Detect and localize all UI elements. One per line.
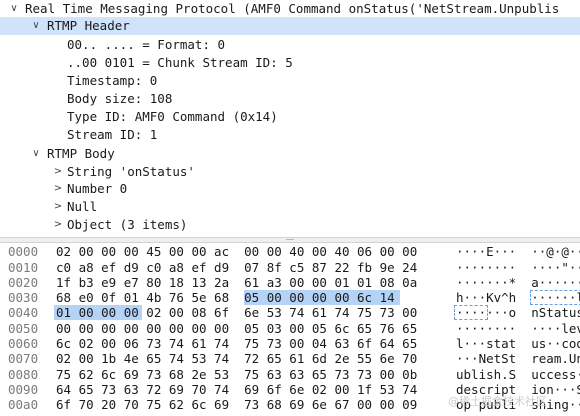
packet-details-pane[interactable]: ∨ Real Time Messaging Protocol (AMF0 Comm… — [0, 0, 580, 237]
tree-row[interactable]: > String 'onStatus' — [0, 163, 580, 181]
hex-ascii[interactable]: ···NetSt ream.Unp — [456, 351, 580, 366]
tree-row[interactable]: Type ID: AMF0 Command (0x14) — [0, 108, 580, 126]
collapse-arrow-icon[interactable]: ∨ — [30, 145, 42, 163]
hex-ascii[interactable]: l···stat us··code — [456, 336, 580, 351]
hex-bytes[interactable]: 68 e0 0f 01 4b 76 5e 68 05 00 00 00 00 6… — [56, 290, 395, 305]
hex-bytes[interactable]: 75 62 6c 69 73 68 2e 53 75 63 63 65 73 7… — [56, 367, 417, 382]
hex-row[interactable]: 0070 02 00 1b 4e 65 74 53 74 72 65 61 6d … — [0, 351, 580, 366]
hex-offset: 0020 — [8, 274, 39, 290]
tree-row-label: Body size: 108 — [67, 91, 173, 106]
hex-row[interactable]: 0060 6c 02 00 06 73 74 61 74 75 73 00 04 … — [0, 336, 580, 351]
tree-row[interactable]: ∨ RTMP Header — [0, 17, 580, 35]
tree-row-label: Type ID: AMF0 Command (0x14) — [67, 109, 278, 124]
tree-row-label: RTMP Body — [47, 146, 115, 161]
hex-row[interactable]: 0020 1f b3 e9 e7 80 18 13 2a 61 a3 00 00 … — [0, 275, 580, 290]
hex-bytes[interactable]: 6f 70 20 70 75 62 6c 69 73 68 69 6e 67 0… — [56, 397, 417, 412]
tree-row-label: Timestamp: 0 — [67, 73, 158, 88]
hex-row[interactable]: 0030 68 e0 0f 01 4b 76 5e 68 05 00 00 00 … — [0, 290, 580, 305]
hex-row[interactable]: 0080 75 62 6c 69 73 68 2e 53 75 63 63 65 … — [0, 367, 580, 382]
watermark: @稀土掘金技术社区 — [448, 395, 547, 408]
hex-bytes[interactable]: 02 00 1b 4e 65 74 53 74 72 65 61 6d 2e 5… — [56, 351, 417, 366]
tree-row-label: Real Time Messaging Protocol (AMF0 Comma… — [25, 1, 560, 16]
expand-arrow-icon[interactable]: > — [52, 180, 64, 198]
hex-row[interactable]: 0040 01 00 00 00 02 00 08 6f 6e 53 74 61 … — [0, 305, 580, 320]
expand-arrow-icon[interactable]: > — [52, 198, 64, 216]
hex-offset: 0040 — [8, 305, 39, 321]
tree-row[interactable]: > Object (3 items) — [0, 216, 580, 234]
hex-row[interactable]: 0050 00 00 00 00 00 00 00 00 05 03 00 05 … — [0, 321, 580, 336]
tree-row-label: Null — [67, 199, 98, 214]
collapse-arrow-icon[interactable]: ∨ — [8, 0, 20, 18]
tree-row[interactable]: > Number 0 — [0, 180, 580, 198]
tree-row[interactable]: ..00 0101 = Chunk Stream ID: 5 — [0, 54, 580, 72]
tree-row-label: RTMP Header — [47, 18, 130, 33]
hex-offset: 0000 — [8, 244, 39, 259]
tree-row[interactable]: Timestamp: 0 — [0, 72, 580, 90]
tree-row-label: Number 0 — [67, 181, 128, 196]
hex-bytes[interactable]: 02 00 00 00 45 00 00 ac 00 00 40 00 40 0… — [56, 244, 417, 259]
tree-row[interactable]: Stream ID: 1 — [0, 126, 580, 144]
hex-offset: 0080 — [8, 366, 39, 382]
expand-arrow-icon[interactable]: > — [52, 216, 64, 234]
tree-row[interactable]: 00.. .... = Format: 0 — [0, 36, 580, 54]
tree-row[interactable]: ∨ RTMP Body — [0, 145, 580, 163]
hex-offset: 0010 — [8, 259, 39, 275]
hex-bytes[interactable]: 00 00 00 00 00 00 00 00 05 03 00 05 6c 6… — [56, 321, 417, 336]
tree-row[interactable]: > Null — [0, 198, 580, 216]
hex-ascii[interactable]: ·······* a······· — [456, 275, 580, 290]
hex-offset: 00a0 — [8, 397, 39, 413]
hex-offset: 0070 — [8, 351, 39, 367]
hex-row[interactable]: 0000 02 00 00 00 45 00 00 ac 00 00 40 00 … — [0, 244, 580, 259]
tree-row-label: 00.. .... = Format: 0 — [67, 37, 226, 52]
hex-bytes[interactable]: 64 65 73 63 72 69 70 74 69 6f 6e 02 00 1… — [56, 382, 417, 397]
hex-offset: 0090 — [8, 381, 39, 397]
hex-ascii[interactable]: ·······o nStatus· — [456, 305, 580, 320]
hex-ascii[interactable]: h···Kv^h ······l — [456, 290, 580, 305]
hex-offset: 0060 — [8, 336, 39, 351]
packet-bytes-pane[interactable]: 0000 02 00 00 00 45 00 00 ac 00 00 40 00 … — [0, 243, 580, 416]
hex-ascii[interactable]: ublish.S uccess·· — [456, 367, 580, 382]
hex-ascii[interactable]: ········ ····"··$ — [456, 260, 580, 275]
hex-row[interactable]: 0010 c0 a8 ef d9 c0 a8 ef d9 07 8f c5 87 … — [0, 260, 580, 275]
tree-row-label: String 'onStatus' — [67, 164, 195, 179]
hex-ascii[interactable]: ····E··· ··@·@··· — [456, 244, 580, 259]
hex-bytes[interactable]: 6c 02 00 06 73 74 61 74 75 73 00 04 63 6… — [56, 336, 417, 351]
hex-bytes[interactable]: 01 00 00 00 02 00 08 6f 6e 53 74 61 74 7… — [56, 305, 417, 320]
expand-arrow-icon[interactable]: > — [52, 163, 64, 181]
tree-row-label: Object (3 items) — [67, 217, 188, 232]
hex-bytes[interactable]: 1f b3 e9 e7 80 18 13 2a 61 a3 00 00 01 0… — [56, 275, 417, 290]
hex-offset: 0030 — [8, 290, 39, 306]
tree-row[interactable]: Body size: 108 — [0, 90, 580, 108]
collapse-arrow-icon[interactable]: ∨ — [30, 17, 42, 35]
tree-row-label: Stream ID: 1 — [67, 127, 158, 142]
hex-ascii[interactable]: ········ ····leve — [456, 321, 580, 336]
hex-offset: 0050 — [8, 320, 39, 336]
hex-bytes[interactable]: c0 a8 ef d9 c0 a8 ef d9 07 8f c5 87 22 f… — [56, 260, 417, 275]
tree-row-label: ..00 0101 = Chunk Stream ID: 5 — [67, 55, 293, 70]
